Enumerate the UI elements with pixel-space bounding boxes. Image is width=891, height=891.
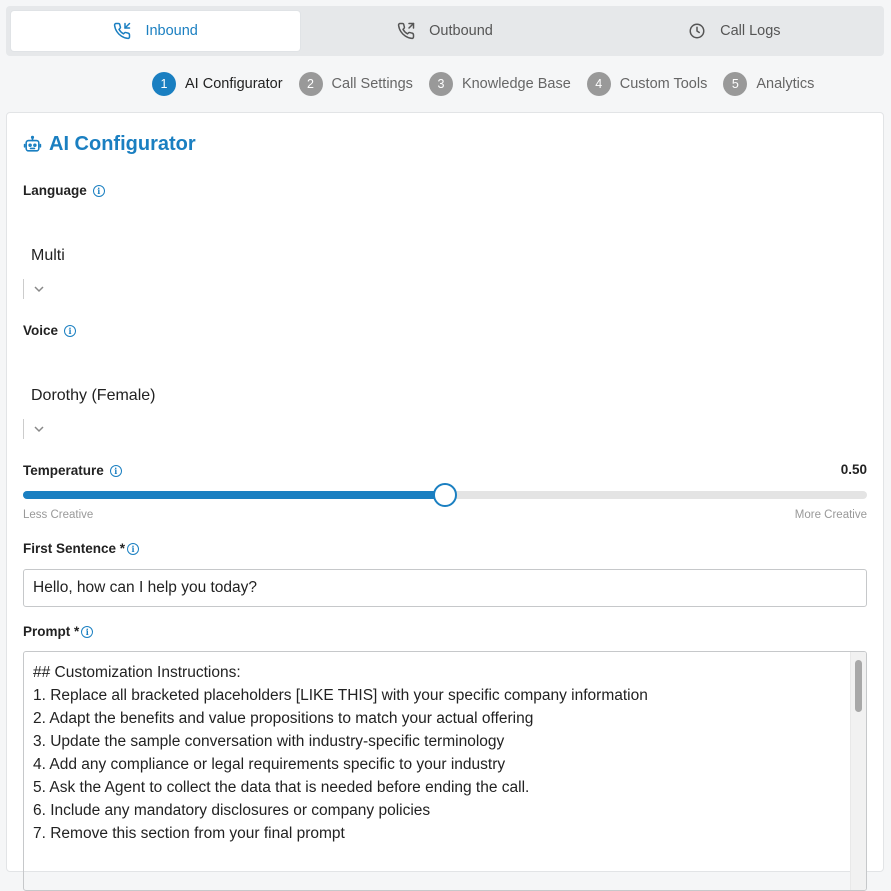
phone-incoming-icon: [114, 22, 131, 40]
info-icon[interactable]: i: [64, 324, 77, 337]
voice-select-toggle[interactable]: [23, 419, 53, 439]
info-icon[interactable]: i: [127, 542, 140, 555]
robot-icon: [23, 135, 42, 152]
tab-outbound[interactable]: Outbound: [300, 11, 589, 51]
language-label-text: Language: [23, 183, 87, 198]
prompt-line: 3. Update the sample conversation with i…: [33, 733, 505, 750]
prompt-line: 4. Add any compliance or legal requireme…: [33, 756, 506, 773]
chevron-down-icon: [33, 426, 44, 433]
chevron-down-icon: [33, 286, 44, 293]
voice-label: Voice i: [23, 323, 77, 338]
slider-fill: [23, 491, 445, 499]
prompt-scrollbar[interactable]: [850, 652, 866, 890]
voice-select-value[interactable]: Dorothy (Female): [31, 387, 155, 405]
prompt-label: Prompt * i: [23, 624, 94, 639]
prompt-label-text: Prompt *: [23, 624, 80, 639]
step-label: Knowledge Base: [461, 76, 571, 92]
step-knowledge-base[interactable]: 3 Knowledge Base: [428, 72, 571, 96]
prompt-line: 5. Ask the Agent to collect the data tha…: [33, 779, 530, 796]
first-sentence-label-text: First Sentence *: [23, 541, 126, 556]
step-custom-tools[interactable]: 4 Custom Tools: [586, 72, 708, 96]
tab-inbound[interactable]: Inbound: [11, 11, 301, 51]
slider-thumb[interactable]: [433, 483, 457, 507]
prompt-line: 2. Adapt the benefits and value proposit…: [33, 710, 534, 727]
step-number: 5: [723, 72, 748, 96]
voice-label-text: Voice: [23, 323, 59, 338]
info-icon[interactable]: i: [81, 625, 94, 638]
tab-call-logs-label: Call Logs: [720, 23, 781, 39]
language-select-toggle[interactable]: [23, 279, 53, 299]
prompt-line: 6. Include any mandatory disclosures or …: [33, 802, 431, 819]
temperature-label-text: Temperature: [23, 463, 104, 478]
info-icon[interactable]: i: [92, 184, 105, 197]
prompt-line: 7. Remove this section from your final p…: [33, 825, 345, 842]
step-number: 1: [152, 72, 176, 96]
prompt-textarea[interactable]: ## Customization Instructions: 1. Replac…: [23, 651, 867, 891]
language-label: Language i: [23, 183, 105, 198]
language-select-value[interactable]: Multi: [31, 247, 65, 265]
step-ai-configurator[interactable]: 1 AI Configurator: [152, 72, 283, 96]
slider-min-label: Less Creative: [23, 509, 94, 521]
prompt-line: ## Customization Instructions:: [33, 664, 241, 681]
step-call-settings[interactable]: 2 Call Settings: [298, 72, 413, 96]
card-title: AI Configurator: [23, 133, 196, 156]
temperature-slider[interactable]: [23, 483, 867, 507]
info-icon[interactable]: i: [109, 464, 122, 477]
config-stepper: 1 AI Configurator 2 Call Settings 3 Know…: [152, 72, 830, 96]
first-sentence-label: First Sentence * i: [23, 541, 140, 556]
step-label: Call Settings: [331, 76, 413, 92]
temperature-value: 0.50: [840, 462, 867, 477]
clock-icon: [689, 23, 705, 39]
tab-inbound-label: Inbound: [145, 23, 198, 39]
scrollbar-thumb[interactable]: [855, 660, 862, 712]
step-analytics[interactable]: 5 Analytics: [723, 72, 814, 96]
temperature-label: Temperature i: [23, 463, 122, 478]
phone-outgoing-icon: [397, 22, 415, 40]
tab-call-logs[interactable]: Call Logs: [590, 11, 879, 51]
call-type-tabs: Inbound Outbound Call Logs: [6, 6, 884, 56]
step-number: 2: [298, 72, 323, 96]
tab-outbound-label: Outbound: [429, 23, 493, 39]
card-title-text: AI Configurator: [49, 133, 196, 155]
slider-max-label: More Creative: [794, 509, 867, 521]
first-sentence-input[interactable]: Hello, how can I help you today?: [23, 569, 867, 607]
step-label: Analytics: [756, 76, 815, 92]
prompt-line: 1. Replace all bracketed placeholders [L…: [33, 687, 648, 704]
ai-configurator-card: AI Configurator Language i Multi Voice i…: [6, 112, 884, 891]
step-number: 4: [586, 72, 611, 96]
step-number: 3: [428, 72, 453, 96]
step-label: AI Configurator: [185, 76, 283, 92]
step-label: Custom Tools: [619, 76, 708, 92]
